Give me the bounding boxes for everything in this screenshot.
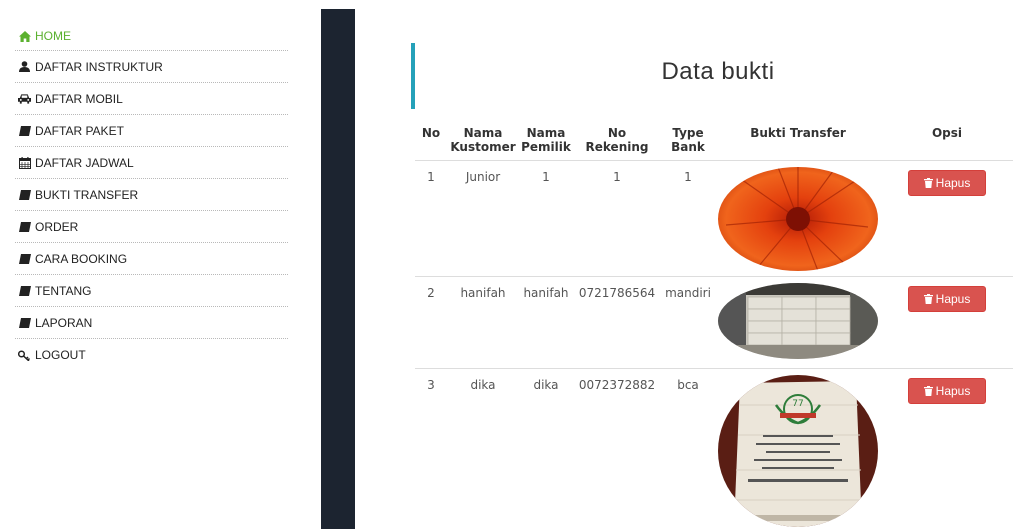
cell-nama-pemilik: hanifah — [519, 276, 573, 369]
sidebar-item-label: CARA BOOKING — [35, 251, 128, 266]
sidebar-item-daftar-jadwal[interactable]: DAFTAR JADWAL — [15, 147, 288, 179]
hapus-button[interactable]: Hapus — [908, 286, 986, 312]
header-no-rekening: No Rekening — [573, 120, 661, 161]
cell-bukti-transfer: 77 — [715, 369, 881, 529]
home-icon — [18, 30, 31, 42]
dark-divider-panel — [321, 9, 355, 529]
sidebar-item-label: DAFTAR INSTRUKTUR — [35, 59, 163, 74]
user-icon — [18, 61, 31, 73]
cell-bukti-transfer — [715, 276, 881, 369]
header-bukti-transfer: Bukti Transfer — [715, 120, 881, 161]
sidebar-item-label: HOME — [35, 29, 71, 43]
sidebar-item-order[interactable]: ORDER — [15, 211, 288, 243]
hapus-button[interactable]: Hapus — [908, 378, 986, 404]
book-icon — [18, 221, 31, 233]
sidebar-item-bukti-transfer[interactable]: BUKTI TRANSFER — [15, 179, 288, 211]
hapus-button[interactable]: Hapus — [908, 170, 986, 196]
cell-nama-kustomer: dika — [470, 378, 496, 392]
sidebar-item-label: LOGOUT — [35, 348, 86, 362]
cell-nama-kustomer: Junior — [447, 160, 519, 277]
book-icon — [18, 189, 31, 201]
cell-nama-pemilik: 1 — [519, 160, 573, 277]
sidebar-item-label: ORDER — [35, 219, 79, 234]
header-nama-kustomer: Nama Kustomer — [447, 120, 519, 161]
cell-no-rekening: 0072372882 — [578, 378, 656, 392]
cell-no-rekening: 1 — [573, 160, 661, 277]
key-icon — [18, 349, 31, 361]
car-icon — [18, 93, 31, 105]
table-row: 2 hanifah hanifah 0721786564 mandiri Hap… — [415, 276, 1013, 369]
sidebar-item-tentang[interactable]: TENTANG — [15, 275, 288, 307]
sidebar-item-label: DAFTAR JADWAL — [35, 155, 134, 170]
sidebar-item-home[interactable]: HOME — [15, 22, 288, 51]
header-type-bank: Type Bank — [661, 120, 715, 161]
header-opsi: Opsi — [881, 120, 1013, 161]
sidebar-item-daftar-instruktur[interactable]: DAFTAR INSTRUKTUR — [15, 51, 288, 83]
cell-no: 3 — [427, 378, 435, 392]
cell-type-bank: 1 — [661, 160, 715, 277]
sidebar-item-label: DAFTAR PAKET — [35, 123, 124, 138]
table-row: 1 Junior 1 1 1 Hapus — [415, 160, 1013, 277]
sidebar-nav: HOME DAFTAR INSTRUKTUR DAFTAR MOBIL DAFT… — [15, 22, 288, 371]
stacked-sacks-photo — [718, 283, 878, 359]
sidebar-item-cara-booking[interactable]: CARA BOOKING — [15, 243, 288, 275]
table-header-row: No Nama Kustomer Nama Pemilik No Rekening T… — [415, 120, 1013, 161]
header-nama-pemilik: Nama Pemilik — [519, 120, 573, 161]
cell-opsi: Hapus — [881, 276, 1013, 369]
sidebar-item-logout[interactable]: LOGOUT — [15, 339, 288, 371]
book-icon — [18, 285, 31, 297]
cell-opsi: Hapus — [881, 160, 1013, 277]
sidebar-item-label: TENTANG — [35, 283, 92, 298]
table-row: 3 dika dika 0072372882 bca 77 Hapus — [415, 369, 1013, 529]
trash-icon — [923, 386, 933, 396]
cell-no: 2 — [415, 276, 447, 369]
trash-icon — [923, 294, 933, 304]
svg-text:77: 77 — [792, 399, 803, 409]
cell-nama-pemilik: dika — [533, 378, 559, 392]
sidebar-item-label: DAFTAR MOBIL — [35, 91, 123, 106]
sidebar-item-laporan[interactable]: LAPORAN — [15, 307, 288, 339]
trash-icon — [923, 178, 933, 188]
book-icon — [18, 317, 31, 329]
book-icon — [18, 125, 31, 137]
rice-sack-photo: 77 — [718, 375, 878, 527]
title-accent-bar — [411, 43, 415, 109]
orange-flower-photo — [718, 167, 878, 271]
cell-no: 1 — [415, 160, 447, 277]
cell-nama-kustomer: hanifah — [447, 276, 519, 369]
cell-type-bank: mandiri — [661, 276, 715, 369]
page-title: Data bukti — [661, 58, 775, 85]
sidebar-item-label: LAPORAN — [35, 315, 93, 330]
cell-bukti-transfer — [715, 160, 881, 277]
bukti-table: No Nama Kustomer Nama Pemilik No Rekening T… — [415, 120, 1013, 529]
cell-type-bank: bca — [677, 378, 699, 392]
cell-no-rekening: 0721786564 — [573, 276, 661, 369]
sidebar-item-label: BUKTI TRANSFER — [35, 187, 139, 202]
calendar-icon — [18, 156, 31, 169]
cell-opsi: Hapus — [881, 369, 1013, 529]
header-no: No — [415, 120, 447, 161]
book-icon — [18, 253, 31, 265]
sidebar-item-daftar-paket[interactable]: DAFTAR PAKET — [15, 115, 288, 147]
sidebar-item-daftar-mobil[interactable]: DAFTAR MOBIL — [15, 83, 288, 115]
